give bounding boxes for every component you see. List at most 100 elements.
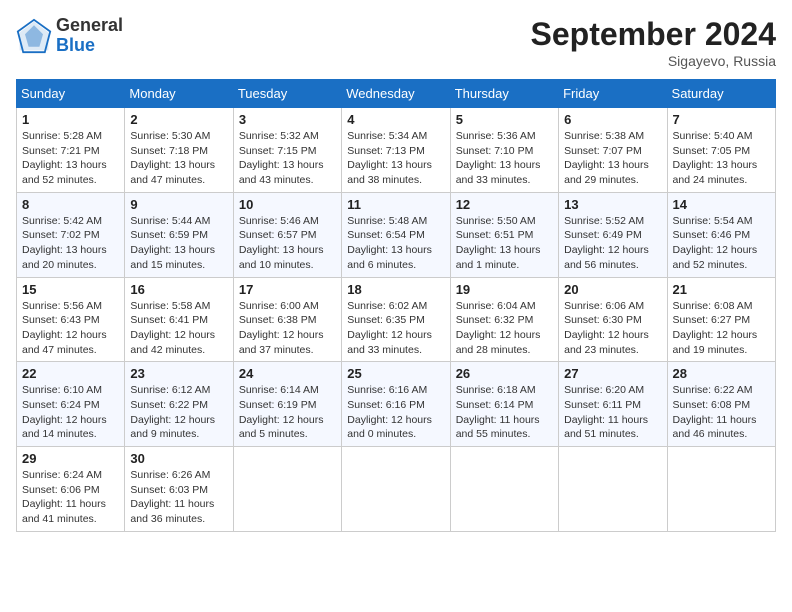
logo: General Blue: [16, 16, 123, 56]
daylight-text: Daylight: 12 hours and 14 minutes.: [22, 414, 107, 441]
sunrise-text: Sunrise: 5:40 AM: [673, 130, 753, 142]
calendar-day-cell: 27 Sunrise: 6:20 AM Sunset: 6:11 PM Dayl…: [559, 362, 667, 447]
day-number: 20: [564, 282, 661, 297]
sunrise-text: Sunrise: 5:38 AM: [564, 130, 644, 142]
day-number: 1: [22, 112, 119, 127]
calendar-day-cell: 8 Sunrise: 5:42 AM Sunset: 7:02 PM Dayli…: [17, 192, 125, 277]
day-info: Sunrise: 5:46 AM Sunset: 6:57 PM Dayligh…: [239, 214, 336, 273]
daylight-text: Daylight: 13 hours and 10 minutes.: [239, 244, 324, 271]
day-info: Sunrise: 5:52 AM Sunset: 6:49 PM Dayligh…: [564, 214, 661, 273]
sunset-text: Sunset: 6:38 PM: [239, 314, 317, 326]
day-info: Sunrise: 6:02 AM Sunset: 6:35 PM Dayligh…: [347, 299, 444, 358]
day-info: Sunrise: 5:42 AM Sunset: 7:02 PM Dayligh…: [22, 214, 119, 273]
day-info: Sunrise: 5:28 AM Sunset: 7:21 PM Dayligh…: [22, 129, 119, 188]
day-number: 22: [22, 366, 119, 381]
sunset-text: Sunset: 6:19 PM: [239, 399, 317, 411]
weekday-header-monday: Monday: [125, 80, 233, 108]
day-info: Sunrise: 5:48 AM Sunset: 6:54 PM Dayligh…: [347, 214, 444, 273]
day-info: Sunrise: 6:18 AM Sunset: 6:14 PM Dayligh…: [456, 383, 553, 442]
weekday-header-thursday: Thursday: [450, 80, 558, 108]
calendar-day-cell: 24 Sunrise: 6:14 AM Sunset: 6:19 PM Dayl…: [233, 362, 341, 447]
weekday-header-friday: Friday: [559, 80, 667, 108]
day-number: 14: [673, 197, 770, 212]
sunrise-text: Sunrise: 6:06 AM: [564, 300, 644, 312]
day-info: Sunrise: 6:08 AM Sunset: 6:27 PM Dayligh…: [673, 299, 770, 358]
logo-blue: Blue: [56, 35, 95, 55]
daylight-text: Daylight: 12 hours and 37 minutes.: [239, 329, 324, 356]
calendar-day-cell: 11 Sunrise: 5:48 AM Sunset: 6:54 PM Dayl…: [342, 192, 450, 277]
sunrise-text: Sunrise: 5:50 AM: [456, 215, 536, 227]
daylight-text: Daylight: 11 hours and 55 minutes.: [456, 414, 540, 441]
calendar-day-cell: 10 Sunrise: 5:46 AM Sunset: 6:57 PM Dayl…: [233, 192, 341, 277]
day-info: Sunrise: 6:20 AM Sunset: 6:11 PM Dayligh…: [564, 383, 661, 442]
sunrise-text: Sunrise: 6:04 AM: [456, 300, 536, 312]
day-info: Sunrise: 6:12 AM Sunset: 6:22 PM Dayligh…: [130, 383, 227, 442]
sunset-text: Sunset: 6:59 PM: [130, 229, 208, 241]
daylight-text: Daylight: 12 hours and 23 minutes.: [564, 329, 649, 356]
sunset-text: Sunset: 6:06 PM: [22, 484, 100, 496]
calendar-day-cell: 1 Sunrise: 5:28 AM Sunset: 7:21 PM Dayli…: [17, 108, 125, 193]
daylight-text: Daylight: 13 hours and 52 minutes.: [22, 159, 107, 186]
daylight-text: Daylight: 12 hours and 33 minutes.: [347, 329, 432, 356]
calendar-day-cell: 5 Sunrise: 5:36 AM Sunset: 7:10 PM Dayli…: [450, 108, 558, 193]
sunrise-text: Sunrise: 6:22 AM: [673, 384, 753, 396]
day-number: 9: [130, 197, 227, 212]
sunrise-text: Sunrise: 6:18 AM: [456, 384, 536, 396]
calendar-day-cell: 26 Sunrise: 6:18 AM Sunset: 6:14 PM Dayl…: [450, 362, 558, 447]
day-number: 29: [22, 451, 119, 466]
day-info: Sunrise: 6:22 AM Sunset: 6:08 PM Dayligh…: [673, 383, 770, 442]
calendar-day-cell: 21 Sunrise: 6:08 AM Sunset: 6:27 PM Dayl…: [667, 277, 775, 362]
daylight-text: Daylight: 11 hours and 51 minutes.: [564, 414, 648, 441]
sunrise-text: Sunrise: 5:34 AM: [347, 130, 427, 142]
sunrise-text: Sunrise: 6:00 AM: [239, 300, 319, 312]
day-number: 16: [130, 282, 227, 297]
weekday-header-row: SundayMondayTuesdayWednesdayThursdayFrid…: [17, 80, 776, 108]
day-info: Sunrise: 6:24 AM Sunset: 6:06 PM Dayligh…: [22, 468, 119, 527]
daylight-text: Daylight: 13 hours and 6 minutes.: [347, 244, 432, 271]
sunrise-text: Sunrise: 6:20 AM: [564, 384, 644, 396]
daylight-text: Daylight: 13 hours and 1 minute.: [456, 244, 541, 271]
day-number: 25: [347, 366, 444, 381]
day-number: 17: [239, 282, 336, 297]
daylight-text: Daylight: 12 hours and 42 minutes.: [130, 329, 215, 356]
sunset-text: Sunset: 6:11 PM: [564, 399, 641, 411]
calendar-day-cell: 18 Sunrise: 6:02 AM Sunset: 6:35 PM Dayl…: [342, 277, 450, 362]
daylight-text: Daylight: 13 hours and 24 minutes.: [673, 159, 758, 186]
day-number: 30: [130, 451, 227, 466]
day-number: 3: [239, 112, 336, 127]
calendar-day-cell: 30 Sunrise: 6:26 AM Sunset: 6:03 PM Dayl…: [125, 447, 233, 532]
calendar-day-cell: 20 Sunrise: 6:06 AM Sunset: 6:30 PM Dayl…: [559, 277, 667, 362]
sunrise-text: Sunrise: 6:26 AM: [130, 469, 210, 481]
sunrise-text: Sunrise: 5:46 AM: [239, 215, 319, 227]
sunset-text: Sunset: 7:15 PM: [239, 145, 317, 157]
daylight-text: Daylight: 13 hours and 38 minutes.: [347, 159, 432, 186]
calendar-day-cell: 23 Sunrise: 6:12 AM Sunset: 6:22 PM Dayl…: [125, 362, 233, 447]
empty-cell: [233, 447, 341, 532]
weekday-header-saturday: Saturday: [667, 80, 775, 108]
calendar-week-row: 8 Sunrise: 5:42 AM Sunset: 7:02 PM Dayli…: [17, 192, 776, 277]
day-number: 10: [239, 197, 336, 212]
calendar-day-cell: 14 Sunrise: 5:54 AM Sunset: 6:46 PM Dayl…: [667, 192, 775, 277]
calendar-day-cell: 7 Sunrise: 5:40 AM Sunset: 7:05 PM Dayli…: [667, 108, 775, 193]
day-number: 13: [564, 197, 661, 212]
calendar-day-cell: 25 Sunrise: 6:16 AM Sunset: 6:16 PM Dayl…: [342, 362, 450, 447]
day-number: 23: [130, 366, 227, 381]
sunset-text: Sunset: 6:03 PM: [130, 484, 208, 496]
daylight-text: Daylight: 12 hours and 47 minutes.: [22, 329, 107, 356]
calendar-day-cell: 17 Sunrise: 6:00 AM Sunset: 6:38 PM Dayl…: [233, 277, 341, 362]
daylight-text: Daylight: 12 hours and 19 minutes.: [673, 329, 758, 356]
day-info: Sunrise: 5:40 AM Sunset: 7:05 PM Dayligh…: [673, 129, 770, 188]
location: Sigayevo, Russia: [531, 53, 776, 69]
daylight-text: Daylight: 13 hours and 47 minutes.: [130, 159, 215, 186]
daylight-text: Daylight: 13 hours and 33 minutes.: [456, 159, 541, 186]
sunrise-text: Sunrise: 6:12 AM: [130, 384, 210, 396]
sunrise-text: Sunrise: 6:02 AM: [347, 300, 427, 312]
day-info: Sunrise: 5:56 AM Sunset: 6:43 PM Dayligh…: [22, 299, 119, 358]
day-number: 27: [564, 366, 661, 381]
sunrise-text: Sunrise: 5:36 AM: [456, 130, 536, 142]
daylight-text: Daylight: 12 hours and 5 minutes.: [239, 414, 324, 441]
empty-cell: [667, 447, 775, 532]
calendar-week-row: 15 Sunrise: 5:56 AM Sunset: 6:43 PM Dayl…: [17, 277, 776, 362]
sunrise-text: Sunrise: 6:16 AM: [347, 384, 427, 396]
sunrise-text: Sunrise: 5:30 AM: [130, 130, 210, 142]
